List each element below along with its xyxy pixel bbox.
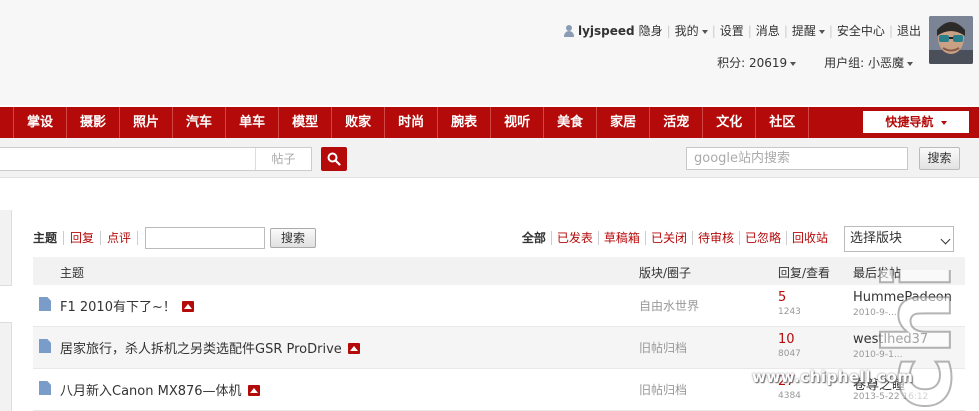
tab-published[interactable]: 已发表 xyxy=(552,231,599,245)
image-icon xyxy=(347,343,360,354)
username-link[interactable]: lyjspeed xyxy=(578,24,635,38)
table-row: 居家旅行，杀人拆机之另类选配件GSR ProDrive 旧帖归档 10 8047… xyxy=(33,327,965,369)
tab-recycle-bin[interactable]: 回收站 xyxy=(787,231,833,245)
tab-replies[interactable]: 回复 xyxy=(64,231,102,245)
col-forum: 版块/圈子 xyxy=(639,266,692,280)
sidebar-active-item[interactable] xyxy=(0,285,12,323)
chevron-down-icon xyxy=(790,61,797,66)
last-post-date: 2010-9-1... xyxy=(853,350,903,360)
col-title: 主题 xyxy=(60,266,85,280)
separator: | xyxy=(747,23,752,38)
separator: | xyxy=(666,23,671,38)
logout-link[interactable]: 退出 xyxy=(897,22,921,39)
usergroup-menu[interactable]: 用户组: 小恶魔 xyxy=(824,54,913,71)
nav-item-shopping[interactable]: 败家 xyxy=(332,107,386,138)
view-count: 8047 xyxy=(778,349,801,359)
my-menu[interactable]: 我的 xyxy=(675,22,708,39)
nav-item-handheld[interactable]: 掌设 xyxy=(14,107,68,138)
google-search-button[interactable]: 搜索 xyxy=(919,147,960,170)
table-header: 主题 版块/圈子 回复/查看 最后发帖 xyxy=(33,257,965,285)
status-tabs: 全部 已发表 草稿箱 已关闭 待审核 已忽略 回收站 xyxy=(517,231,833,245)
watermark-url: www.chiphell.com xyxy=(752,368,914,386)
col-stats: 回复/查看 xyxy=(778,266,831,280)
forum-link[interactable]: 自由水世界 xyxy=(639,297,699,314)
separator: | xyxy=(828,23,833,38)
security-center-link[interactable]: 安全中心 xyxy=(837,22,885,39)
document-icon xyxy=(39,381,51,395)
search-button[interactable] xyxy=(321,147,347,171)
nav-item-models[interactable]: 模型 xyxy=(279,107,333,138)
nav-item-photos[interactable]: 照片 xyxy=(120,107,174,138)
col-last-post: 最后发帖 xyxy=(853,266,902,280)
table-row: F1 2010有下了~！ 自由水世界 5 1243 HummePadeon 20… xyxy=(33,285,965,327)
sidebar xyxy=(0,210,12,411)
last-poster-link[interactable]: HummePadeon xyxy=(853,290,952,305)
last-post-date: 2013-5-22 16:12 xyxy=(853,392,929,402)
document-icon xyxy=(39,297,51,311)
filter-search-button[interactable]: 搜索 xyxy=(270,228,317,248)
chevron-down-icon xyxy=(940,120,947,125)
nav-item-fashion[interactable]: 时尚 xyxy=(385,107,439,138)
separator: | xyxy=(888,23,893,38)
search-input[interactable]: 帖子 xyxy=(0,147,312,171)
tab-topics[interactable]: 主题 xyxy=(33,231,65,245)
nav-item-bikes[interactable]: 单车 xyxy=(226,107,280,138)
person-icon xyxy=(563,24,575,37)
forum-select[interactable]: 选择版块 xyxy=(844,226,954,252)
image-icon xyxy=(247,385,260,396)
reply-count[interactable]: 10 xyxy=(778,332,795,347)
quick-nav-button[interactable]: 快捷导航 xyxy=(863,111,969,133)
last-poster-link[interactable]: westlhed37 xyxy=(853,332,928,347)
tab-drafts[interactable]: 草稿箱 xyxy=(599,231,646,245)
tab-all[interactable]: 全部 xyxy=(517,231,552,245)
nav-item-cars[interactable]: 汽车 xyxy=(173,107,227,138)
search-icon xyxy=(327,152,341,166)
document-icon xyxy=(39,339,51,353)
invisible-link[interactable]: 隐身 xyxy=(639,22,663,39)
forum-link[interactable]: 旧帖归档 xyxy=(639,339,687,356)
chevron-down-icon xyxy=(818,29,825,34)
reminders-menu[interactable]: 提醒 xyxy=(792,22,825,39)
image-icon xyxy=(181,301,194,312)
nav-item-cut[interactable] xyxy=(0,107,14,138)
filter-row: 主题 回复 点评 搜索 xyxy=(33,227,317,249)
separator: | xyxy=(783,23,788,38)
nav-item-home[interactable]: 家居 xyxy=(597,107,651,138)
points-menu[interactable]: 积分: 20619 xyxy=(717,54,797,71)
chevron-down-icon xyxy=(907,61,913,66)
nav-item-community[interactable]: 社区 xyxy=(756,107,810,138)
view-count: 1243 xyxy=(778,307,801,317)
user-bar: lyjspeed 隐身 | 我的 | 设置 | 消息 | 提醒 | 安全中心 |… xyxy=(0,0,979,105)
search-scope-select[interactable]: 帖子 xyxy=(255,148,311,170)
thread-title-link[interactable]: 八月新入Canon MX876—体机 xyxy=(60,380,260,399)
avatar[interactable] xyxy=(929,16,973,64)
tab-ignored[interactable]: 已忽略 xyxy=(740,231,787,245)
main-nav: 掌设 摄影 照片 汽车 单车 模型 败家 时尚 腕表 视听 美食 家居 活宠 文… xyxy=(0,107,979,138)
reply-count[interactable]: 5 xyxy=(778,290,786,305)
chevron-down-icon xyxy=(701,29,708,34)
forum-link[interactable]: 旧帖归档 xyxy=(639,381,687,398)
nav-item-culture[interactable]: 文化 xyxy=(703,107,757,138)
chevron-down-icon xyxy=(940,234,951,245)
thread-title-link[interactable]: 居家旅行，杀人拆机之另类选配件GSR ProDrive xyxy=(60,338,360,357)
nav-item-watches[interactable]: 腕表 xyxy=(438,107,492,138)
nav-item-food[interactable]: 美食 xyxy=(544,107,598,138)
nav-item-audiovisual[interactable]: 视听 xyxy=(491,107,545,138)
settings-link[interactable]: 设置 xyxy=(720,22,744,39)
nav-item-pets[interactable]: 活宠 xyxy=(650,107,704,138)
nav-item-photography[interactable]: 摄影 xyxy=(67,107,121,138)
tab-closed[interactable]: 已关闭 xyxy=(646,231,693,245)
messages-link[interactable]: 消息 xyxy=(756,22,780,39)
user-stats: 积分: 20619 用户组: 小恶魔 xyxy=(717,54,913,71)
view-count: 4384 xyxy=(778,391,801,401)
filter-search-input[interactable] xyxy=(145,227,266,249)
thread-title-link[interactable]: F1 2010有下了~！ xyxy=(60,296,194,315)
google-search-input[interactable]: google站内搜索 xyxy=(686,147,908,170)
tab-pending[interactable]: 待审核 xyxy=(693,231,740,245)
last-post-date: 2010-9-... xyxy=(853,308,897,318)
separator: | xyxy=(711,23,716,38)
user-links: lyjspeed 隐身 | 我的 | 设置 | 消息 | 提醒 | 安全中心 |… xyxy=(563,22,921,39)
tab-comments[interactable]: 点评 xyxy=(101,231,139,245)
